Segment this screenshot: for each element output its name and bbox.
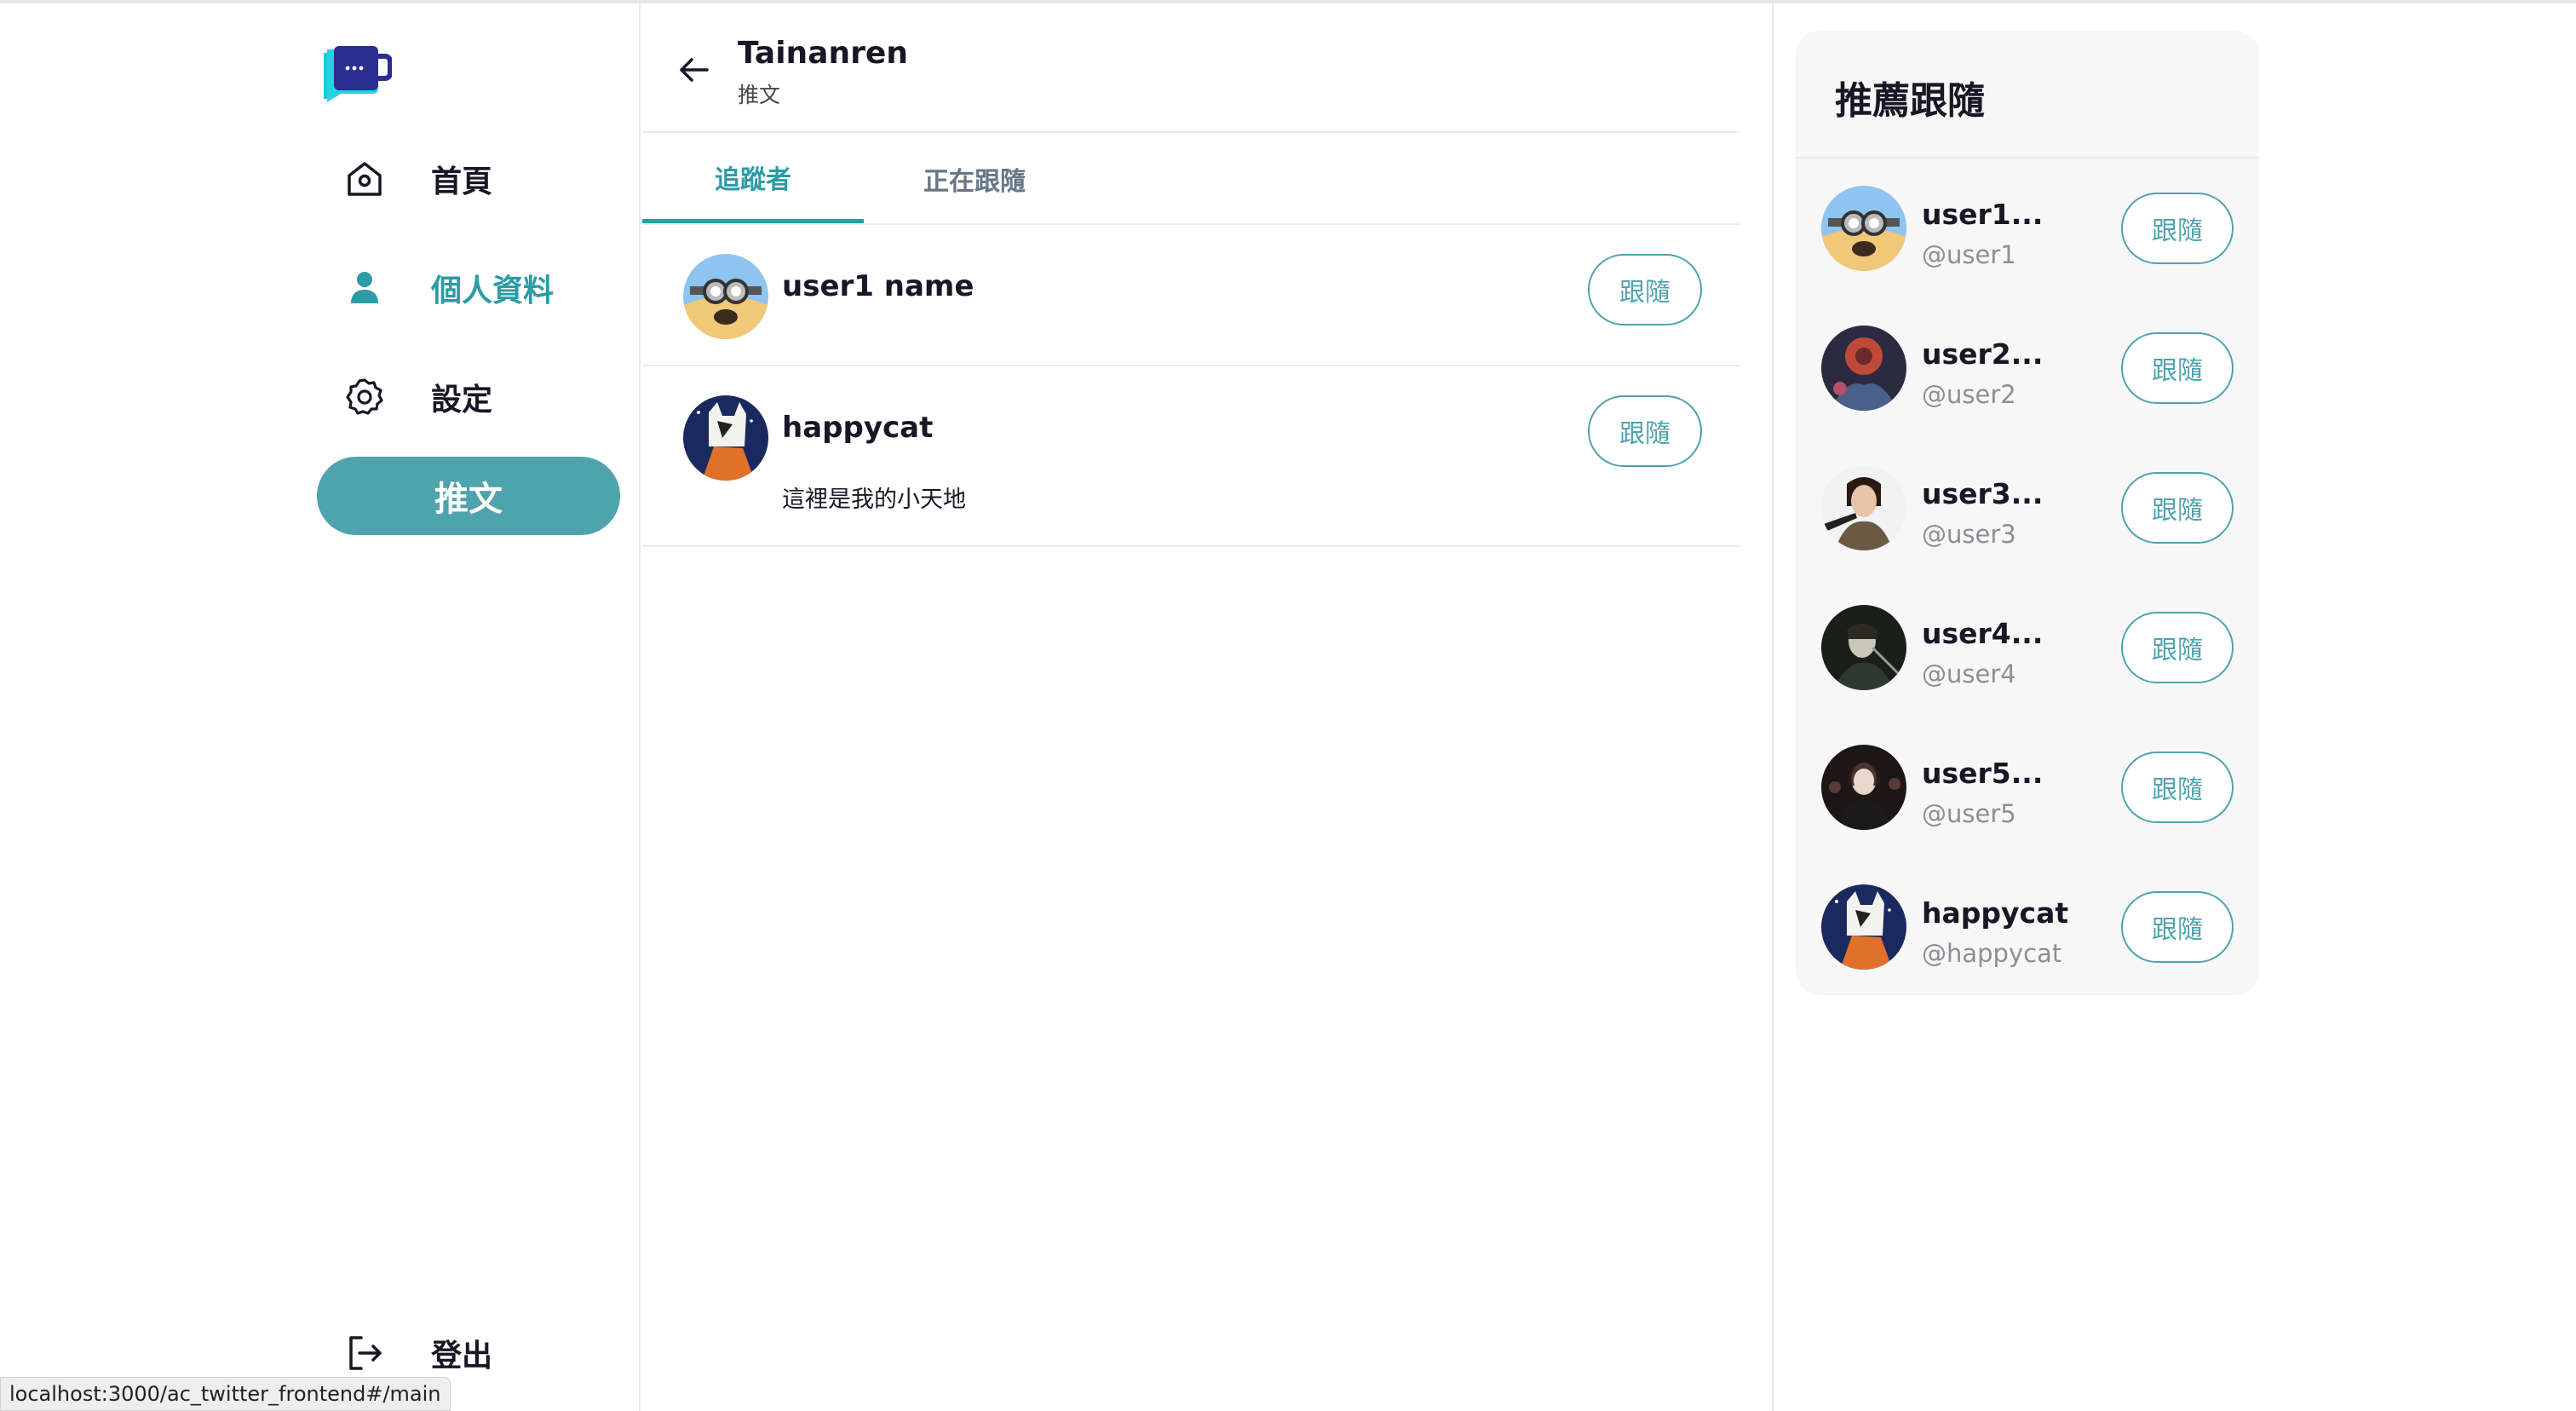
recommend-name[interactable]: user2...	[1922, 337, 2043, 371]
follow-button[interactable]: 跟隨	[2121, 332, 2234, 404]
recommend-handle: @user2	[1922, 380, 2016, 409]
logout-label: 登出	[431, 1339, 493, 1374]
follow-button[interactable]: 跟隨	[2121, 612, 2234, 683]
recommend-item[interactable]: user4... @user4 跟隨	[1796, 578, 2259, 717]
recommend-title: 推薦跟隨	[1835, 79, 1985, 123]
recommend-name[interactable]: user5...	[1922, 757, 2043, 790]
app-logo[interactable]	[324, 46, 393, 106]
sidebar-item-label: 首頁	[431, 164, 493, 199]
user-name[interactable]: happycat	[782, 411, 933, 445]
main-column: Tainanren 推文 追蹤者 正在跟隨 user1 name 跟隨 happ…	[642, 3, 1774, 1411]
recommend-panel: 推薦跟隨 user1... @user1 跟隨 user2... @user2 …	[1796, 31, 2259, 995]
avatar[interactable]	[683, 254, 768, 339]
gear-icon	[339, 371, 390, 423]
recommend-handle: @user4	[1922, 659, 2016, 688]
tab-bar: 追蹤者 正在跟隨	[642, 135, 1739, 225]
recommend-name[interactable]: user3...	[1922, 477, 2043, 510]
recommend-handle: @user5	[1922, 799, 2016, 828]
follow-button[interactable]: 跟隨	[2121, 891, 2234, 963]
recommend-handle: @user1	[1922, 240, 2016, 269]
recommend-name[interactable]: happycat	[1922, 896, 2068, 930]
page-title: Tainanren	[738, 36, 908, 71]
recommend-item[interactable]: user1... @user1 跟隨	[1796, 158, 2259, 298]
browser-status-url: localhost:3000/ac_twitter_frontend#/main	[0, 1377, 451, 1411]
follow-button[interactable]: 跟隨	[1588, 395, 1702, 467]
avatar[interactable]	[1821, 605, 1906, 690]
tab-followers[interactable]: 追蹤者	[642, 135, 864, 223]
back-arrow-icon[interactable]	[668, 44, 719, 95]
avatar[interactable]	[1821, 186, 1906, 271]
follow-button[interactable]: 跟隨	[2121, 752, 2234, 823]
recommend-item[interactable]: happycat @happycat 跟隨	[1796, 857, 2259, 997]
avatar[interactable]	[1821, 884, 1906, 970]
recommend-name[interactable]: user4...	[1922, 617, 2043, 650]
recommend-item[interactable]: user5... @user5 跟隨	[1796, 717, 2259, 857]
page-subtitle: 推文	[738, 83, 781, 107]
sidebar-item-label: 個人資料	[431, 274, 555, 308]
avatar[interactable]	[1821, 465, 1906, 550]
avatar[interactable]	[683, 395, 768, 481]
recommend-item[interactable]: user2... @user2 跟隨	[1796, 298, 2259, 438]
follow-button[interactable]: 跟隨	[1588, 254, 1702, 325]
sidebar-item-profile[interactable]: 個人資料	[339, 254, 554, 322]
avatar[interactable]	[1821, 745, 1906, 830]
user-bio: 這裡是我的小天地	[782, 487, 966, 513]
user-name[interactable]: user1 name	[782, 269, 974, 303]
recommend-name[interactable]: user1...	[1922, 198, 2043, 231]
avatar[interactable]	[1821, 325, 1906, 411]
sidebar-item-settings[interactable]: 設定	[339, 363, 492, 431]
page-header: Tainanren 推文	[642, 3, 1739, 133]
tab-following[interactable]: 正在跟隨	[864, 135, 1085, 223]
home-icon	[339, 153, 390, 204]
follow-button[interactable]: 跟隨	[2121, 193, 2234, 264]
recommend-item[interactable]: user3... @user3 跟隨	[1796, 438, 2259, 578]
follow-button[interactable]: 跟隨	[2121, 472, 2234, 544]
sidebar: 首頁 個人資料 設定 推文 登出	[0, 3, 641, 1411]
list-item[interactable]: happycat 這裡是我的小天地 跟隨	[642, 368, 1739, 547]
recommend-handle: @user3	[1922, 520, 2016, 549]
sidebar-item-home[interactable]: 首頁	[339, 145, 492, 213]
tweet-button[interactable]: 推文	[317, 457, 620, 535]
recommend-handle: @happycat	[1922, 939, 2062, 968]
sidebar-item-label: 設定	[431, 383, 493, 418]
list-item[interactable]: user1 name 跟隨	[642, 227, 1739, 366]
user-icon	[339, 262, 390, 314]
logout-icon	[339, 1327, 390, 1379]
